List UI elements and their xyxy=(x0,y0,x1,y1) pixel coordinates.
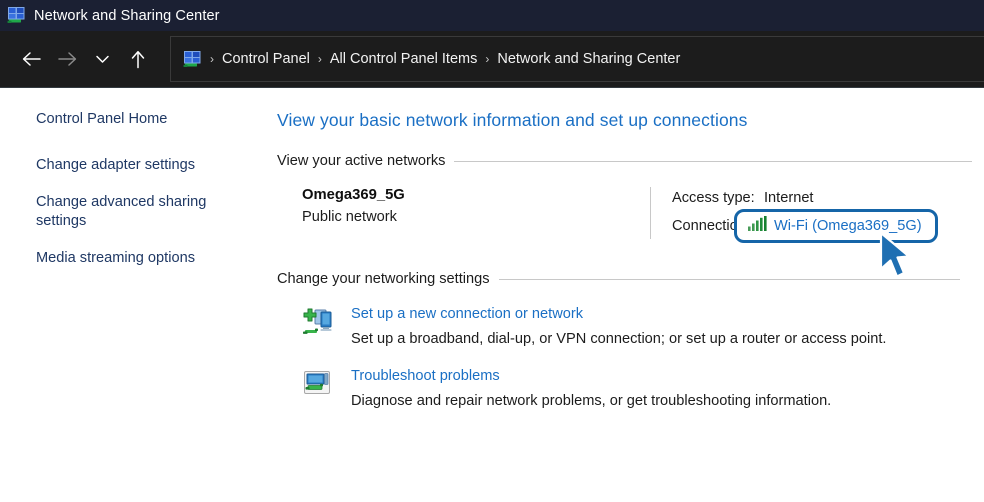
option-text-block: Set up a new connection or network Set u… xyxy=(351,305,886,348)
wifi-signal-bars-icon xyxy=(748,216,767,236)
access-type-row: Access type: Internet xyxy=(672,187,972,209)
option-set-up-new-connection[interactable]: Set up a new connection or network Set u… xyxy=(277,305,972,348)
change-settings-section-header: Change your networking settings xyxy=(277,271,972,287)
option-text-block: Troubleshoot problems Diagnose and repai… xyxy=(351,367,831,410)
title-bar: Network and Sharing Center xyxy=(0,0,984,31)
active-network-row: Omega369_5G Public network Access type: … xyxy=(277,187,984,239)
breadcrumb-item-control-panel[interactable]: Control Panel xyxy=(222,51,310,67)
change-settings-section: Change your networking settings xyxy=(277,271,984,410)
breadcrumb-separator: › xyxy=(209,52,215,66)
set-up-new-connection-link[interactable]: Set up a new connection or network xyxy=(351,306,886,322)
breadcrumb-item-all-control-panel-items[interactable]: All Control Panel Items xyxy=(330,51,477,67)
change-settings-title: Change your networking settings xyxy=(277,271,490,287)
address-network-icon xyxy=(183,51,202,68)
breadcrumb-separator: › xyxy=(484,52,490,66)
page-title: View your basic network information and … xyxy=(277,110,984,131)
nav-buttons xyxy=(0,44,170,74)
troubleshoot-problems-link[interactable]: Troubleshoot problems xyxy=(351,368,831,384)
network-type: Public network xyxy=(302,209,650,225)
sidebar: Control Panel Home Change adapter settin… xyxy=(0,88,277,501)
network-details: Access type: Internet Connections: xyxy=(650,187,972,239)
access-type-label: Access type: xyxy=(672,190,764,206)
forward-arrow-icon[interactable] xyxy=(52,44,82,74)
network-name: Omega369_5G xyxy=(302,187,650,203)
up-arrow-icon[interactable] xyxy=(123,44,153,74)
wifi-connection-link[interactable]: Wi-Fi (Omega369_5G) xyxy=(774,218,922,234)
connections-row: Connections: Wi-Fi (Omega369_5G) xyxy=(672,213,972,239)
breadcrumb-item-network-and-sharing-center[interactable]: Network and Sharing Center xyxy=(497,51,680,67)
computer-plus-icon xyxy=(302,305,336,348)
main-panel: View your basic network information and … xyxy=(277,88,984,501)
sidebar-item-media-streaming-options[interactable]: Media streaming options xyxy=(36,249,241,268)
navigation-toolbar: › Control Panel › All Control Panel Item… xyxy=(0,31,984,88)
section-divider xyxy=(499,279,960,280)
network-computers-icon xyxy=(7,7,26,24)
address-bar[interactable]: › Control Panel › All Control Panel Item… xyxy=(170,36,984,82)
sidebar-item-control-panel-home[interactable]: Control Panel Home xyxy=(36,110,241,129)
sidebar-item-change-advanced-sharing-settings[interactable]: Change advanced sharing settings xyxy=(36,193,241,231)
sidebar-item-change-adapter-settings[interactable]: Change adapter settings xyxy=(36,156,241,175)
content-area: Control Panel Home Change adapter settin… xyxy=(0,88,984,501)
chevron-down-icon[interactable] xyxy=(88,44,118,74)
option-troubleshoot-problems[interactable]: Troubleshoot problems Diagnose and repai… xyxy=(277,367,972,410)
computer-wrench-icon xyxy=(302,367,336,410)
active-networks-section-header: View your active networks xyxy=(277,153,984,169)
network-identity: Omega369_5G Public network xyxy=(277,187,650,239)
troubleshoot-problems-description: Diagnose and repair network problems, or… xyxy=(351,393,831,409)
back-arrow-icon[interactable] xyxy=(17,44,47,74)
access-type-value: Internet xyxy=(764,190,814,206)
section-divider xyxy=(454,161,972,162)
connection-highlight-box: Wi-Fi (Omega369_5G) xyxy=(734,209,938,243)
breadcrumb-separator: › xyxy=(317,52,323,66)
window-title: Network and Sharing Center xyxy=(34,8,220,24)
active-networks-title: View your active networks xyxy=(277,153,445,169)
set-up-new-connection-description: Set up a broadband, dial-up, or VPN conn… xyxy=(351,331,886,347)
